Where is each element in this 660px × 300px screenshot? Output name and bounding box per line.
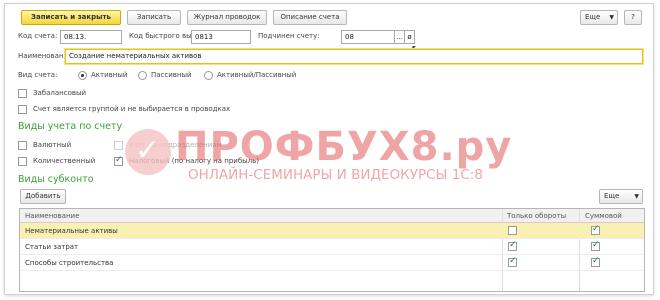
table-row[interactable]: Статьи затрат [20,239,644,255]
quantity-checkbox[interactable] [18,157,27,166]
radio-active-passive-label: Активный/Пассивный [217,71,297,79]
currency-checkbox[interactable] [18,141,27,150]
chevron-down-icon: ▼ [609,14,614,21]
table-row[interactable]: Способы строительства [20,255,644,271]
off-balance-label: Забалансовый [33,89,87,97]
table-header: Наименование Только обороты Суммовой [20,209,644,223]
turnover-only-checkbox[interactable] [508,256,517,267]
off-balance-checkbox[interactable] [18,89,27,98]
row-name: Нематериальные активы [25,227,118,235]
save-and-close-button[interactable]: Записать и закрыть [21,10,121,25]
turnover-only-checkbox[interactable] [508,240,517,251]
currency-label: Валютный [33,141,72,149]
turnover-only-checkbox[interactable] [508,226,517,235]
ellipsis-icon: … [396,33,403,41]
radio-active-passive[interactable] [204,71,213,80]
add-subconto-button[interactable]: Добавить [20,189,66,204]
row-name: Статьи затрат [25,243,79,251]
chevron-down-icon: ▼ [634,193,639,200]
table-row[interactable]: Нематериальные активы [20,223,644,239]
subconto-more-button[interactable]: Еще ▼ [599,189,643,204]
account-code-label: Код счета: [18,32,58,40]
quick-select-code-input[interactable]: 0813 [191,30,251,44]
account-description-button[interactable]: Описание счета [273,10,347,25]
save-button[interactable]: Записать [127,10,181,25]
column-header-name[interactable]: Наименование [25,212,79,220]
account-type-label: Вид счета: [18,71,58,79]
sum-checkbox[interactable] [591,240,600,251]
radio-passive-label: Пассивный [151,71,192,79]
watermark-brand: ПРОФБУХ8.ру [175,124,513,170]
tax-checkbox[interactable] [114,155,123,166]
sum-checkbox[interactable] [591,224,600,235]
open-parent-account-button[interactable]: ø [404,30,415,44]
name-input[interactable]: Создание нематериальных активов [65,49,643,64]
more-menu-button[interactable]: Еще ▼ [580,10,618,25]
parent-account-label: Подчинен счету: [258,32,320,40]
column-header-sum[interactable]: Суммовой [585,212,622,220]
accounting-types-title: Виды учета по счету [18,121,123,132]
radio-active-label: Активный [91,71,128,79]
account-form-window: Записать и закрыть Записать Журнал прово… [4,3,654,295]
quantity-label: Количественный [33,157,96,165]
more-label: Еще [585,13,601,21]
parent-account-input[interactable]: 08 [341,30,395,44]
is-group-checkbox[interactable] [18,105,27,114]
watermark-tagline: ОНЛАЙН-СЕМИНАРЫ И ВИДЕОКУРСЫ 1С:8 [188,167,483,183]
row-name: Способы строительства [25,259,114,267]
sum-checkbox[interactable] [591,256,600,267]
watermark-logo-icon [125,129,171,175]
link-icon: ø [407,33,412,41]
subdivisions-checkbox[interactable] [114,141,123,150]
subconto-table: Наименование Только обороты Суммовой Нем… [19,208,645,292]
subconto-title: Виды субконто [18,174,94,185]
account-code-input[interactable]: 08.13. [60,30,122,44]
radio-active[interactable] [78,71,87,80]
column-header-turnover-only[interactable]: Только обороты [507,212,566,220]
subconto-more-label: Еще [604,192,620,200]
help-button[interactable]: ? [624,10,642,25]
is-group-label: Счет является группой и не выбирается в … [33,105,231,113]
posting-journal-button[interactable]: Журнал проводок [187,10,267,25]
radio-passive[interactable] [138,71,147,80]
